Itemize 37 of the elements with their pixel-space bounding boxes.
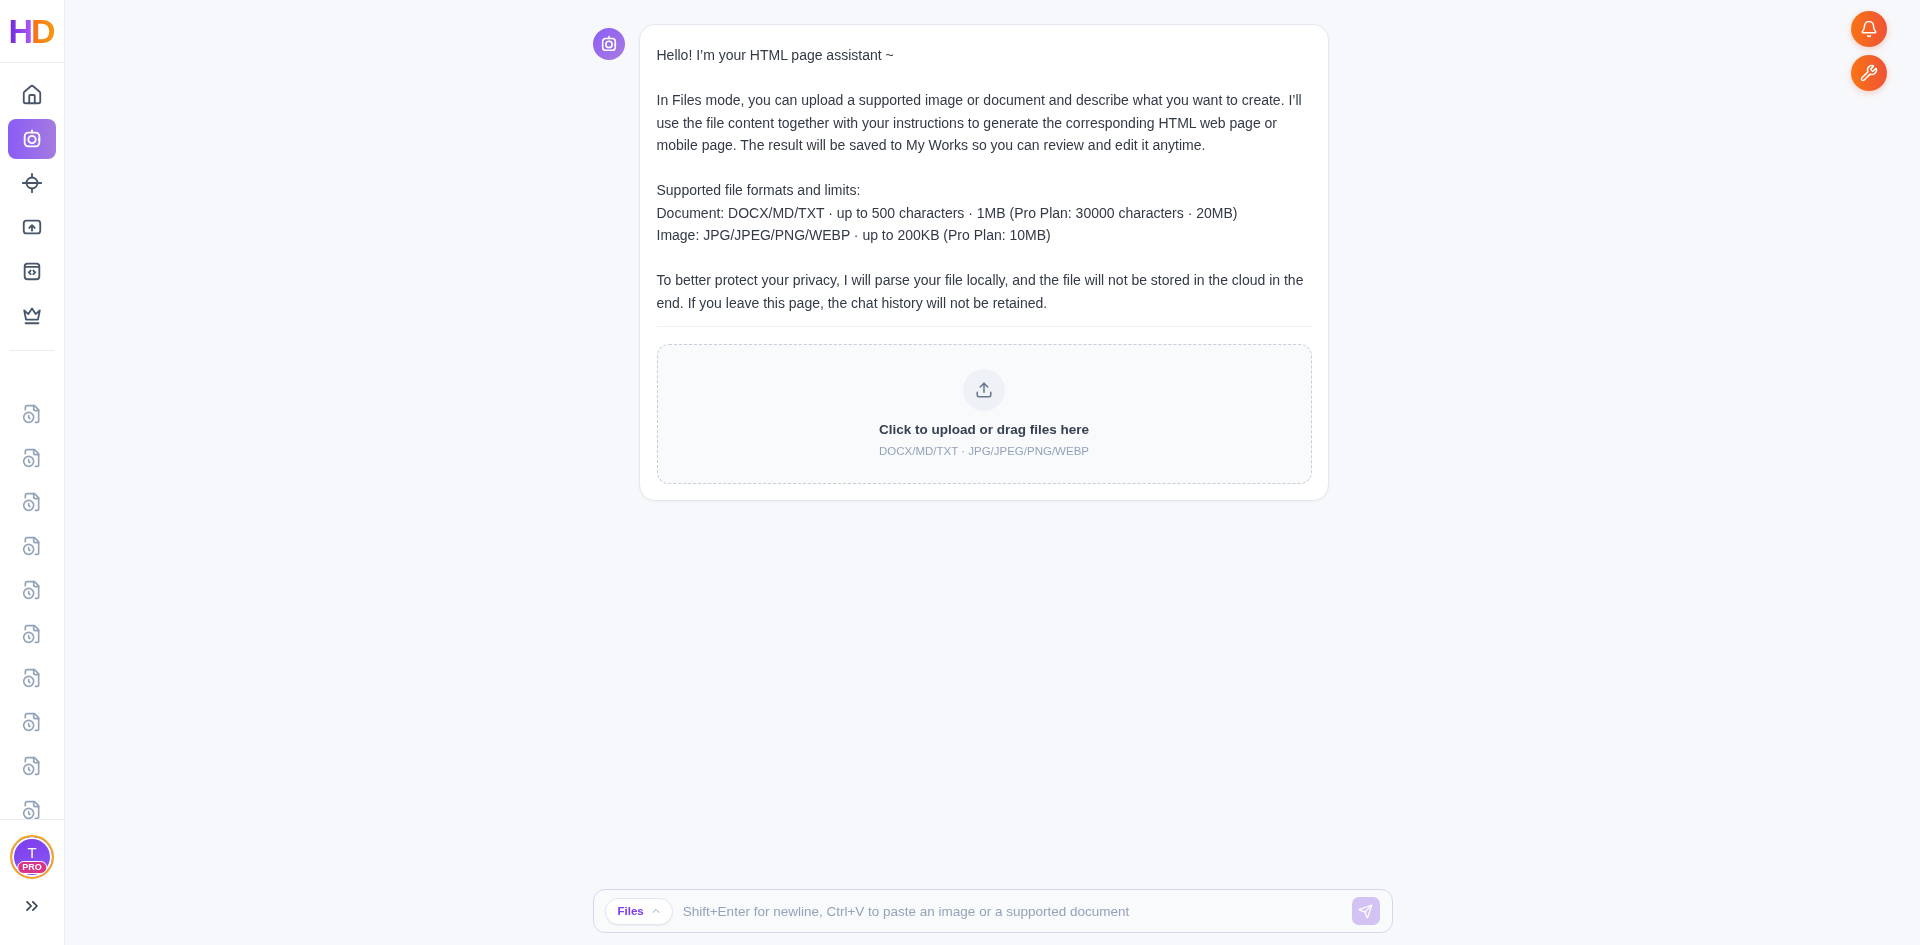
message-text: In Files mode, you can upload a supported image or document and describe what you want to create. I’ll use the file content together with your instructions to generate the corresponding HTML web page or mobile page. The result will be saved to My Works so you can review and edit it anytime. [656, 91, 1303, 155]
assistant-avatar-icon [592, 28, 625, 60]
chat-input-field[interactable]: Files Shift+Enter for newline, Ctrl+V to paste an image or a supported document [592, 889, 1393, 933]
file-clock-icon[interactable] [22, 668, 42, 688]
file-clock-icon[interactable] [22, 712, 42, 732]
dropzone-formats: DOCX/MD/TXT · JPG/JPEG/PNG/WEBP [879, 444, 1089, 459]
bell-icon [1860, 20, 1878, 38]
file-clock-icon[interactable] [22, 756, 42, 776]
avatar-initial: T [27, 845, 37, 861]
upload-dropzone[interactable]: Click to upload or drag files here DOCX/MD/TXT · JPG/JPEG/PNG/WEBP [656, 344, 1312, 484]
message-text: Image: JPG/JPEG/PNG/WEBP · up to 200KB (Pro Plan: 10MB) [656, 226, 1052, 245]
message-text: Hello! I’m your HTML page assistant ~ [656, 46, 895, 65]
file-clock-icon[interactable] [22, 800, 42, 819]
code-window-icon [21, 260, 43, 282]
send-icon [1358, 903, 1373, 919]
notifications-button[interactable] [1851, 11, 1887, 47]
file-clock-icon[interactable] [22, 624, 42, 644]
file-clock-icon[interactable] [22, 536, 42, 556]
file-clock-icon[interactable] [22, 404, 42, 424]
home-icon [21, 84, 43, 106]
wrench-icon [1860, 64, 1878, 82]
target-icon [21, 172, 43, 194]
upload-icon [963, 369, 1005, 411]
pro-badge: PRO [17, 861, 47, 874]
nav-item[interactable] [8, 119, 56, 159]
message-input[interactable]: Shift+Enter for newline, Ctrl+V to paste an image or a supported document [680, 896, 1344, 926]
tools-button[interactable] [1851, 55, 1887, 91]
file-clock-icon[interactable] [22, 580, 42, 600]
message-text: Supported file formats and limits: [656, 181, 862, 200]
message-text: To better protect your privacy, I will parse your file locally, and the file will not be stored in the cloud in the end. If you leave this page, the chat history will not be retained. [656, 271, 1305, 313]
camera-icon [21, 128, 43, 150]
mode-selector[interactable]: Files [604, 897, 673, 925]
user-avatar[interactable]: T PRO [10, 835, 54, 879]
dropzone-title: Click to upload or drag files here [878, 421, 1089, 439]
file-clock-icon[interactable] [22, 448, 42, 468]
message-text: Document: DOCX/MD/TXT · up to 500 characters · 1MB (Pro Plan: 30000 characters · 20MB) [656, 203, 1239, 223]
file-clock-icon[interactable] [22, 492, 42, 512]
